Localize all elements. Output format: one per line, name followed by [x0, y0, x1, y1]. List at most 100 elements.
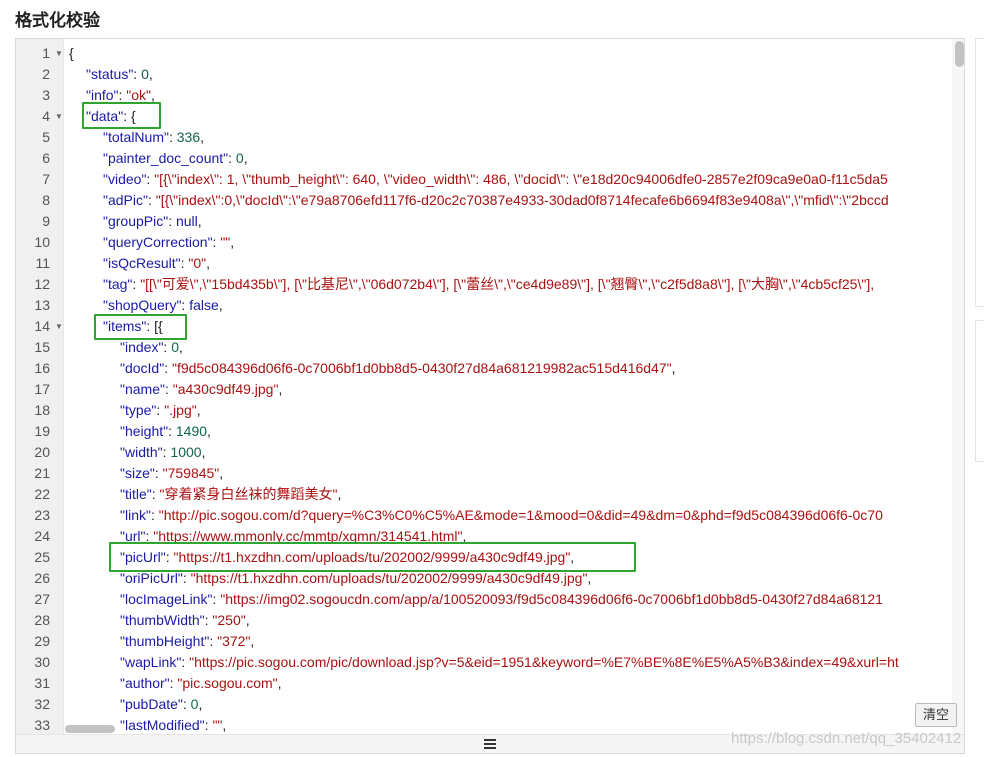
highlight-box-items	[94, 314, 187, 340]
json-punctuation: ,	[587, 570, 592, 586]
json-punctuation: ,	[245, 612, 250, 628]
line-number: 19	[34, 423, 50, 439]
json-value: "372"	[217, 633, 251, 649]
line-number: 24	[34, 528, 50, 544]
json-value: false	[189, 297, 219, 313]
json-value: "穿着紧身白丝袜的舞蹈美女"	[159, 486, 338, 502]
code-line: "height": 1490,	[120, 421, 211, 442]
code-area[interactable]: {"status": 0, "info": "ok", "data": {"tota…	[64, 39, 954, 734]
code-line: "docId": "f9d5c084396d06f6-0c7006bf1d0bb…	[120, 358, 676, 379]
json-value: "759845"	[162, 465, 220, 481]
code-line: "adPic": "[{\"index\":0,\"docId\":\"e79a…	[103, 190, 889, 211]
horizontal-scrollbar-thumb[interactable]	[65, 725, 115, 733]
json-punctuation: ,	[230, 234, 235, 250]
code-line: "painter_doc_count": 0,	[103, 148, 248, 169]
json-key: "oriPicUrl"	[120, 570, 183, 586]
json-key: "type"	[120, 402, 157, 418]
json-value: 1000	[170, 444, 202, 460]
json-punctuation: :	[151, 486, 160, 502]
line-number: 10	[34, 234, 50, 250]
json-punctuation: ,	[337, 486, 342, 502]
line-number: 28	[34, 612, 50, 628]
json-punctuation: ,	[197, 213, 202, 229]
json-value: 0	[235, 150, 244, 166]
code-line: "locImageLink": "https://img02.sogoucdn.…	[120, 589, 883, 610]
highlight-box-data	[82, 102, 161, 129]
json-punctuation: ,	[671, 360, 676, 376]
json-punctuation: :	[181, 654, 190, 670]
json-key: "queryCorrection"	[103, 234, 213, 250]
line-number: 33	[34, 717, 50, 733]
vertical-scrollbar[interactable]	[952, 39, 964, 734]
json-key: "video"	[103, 171, 147, 187]
json-key: "info"	[86, 87, 119, 103]
code-line: "wapLink": "https://pic.sogou.com/pic/do…	[120, 652, 899, 673]
json-punctuation: :	[182, 696, 191, 712]
json-punctuation: ,	[222, 717, 227, 733]
code-line: "groupPic": null,	[103, 211, 202, 232]
line-number: 14	[34, 318, 50, 334]
clear-button[interactable]: 清空	[915, 703, 957, 727]
code-line: "title": "穿着紧身白丝袜的舞蹈美女",	[120, 484, 341, 505]
menu-icon[interactable]	[484, 739, 496, 749]
page-title: 格式化校验	[15, 11, 100, 30]
json-key: "name"	[120, 381, 165, 397]
line-number: 21	[34, 465, 50, 481]
json-punctuation: :	[133, 66, 142, 82]
code-line: {	[69, 43, 74, 64]
json-value: ""	[220, 234, 231, 250]
fold-toggle-icon[interactable]: ▼	[55, 43, 63, 64]
line-number: 32	[34, 696, 50, 712]
json-punctuation: ,	[250, 633, 255, 649]
json-value: null	[175, 213, 198, 229]
code-line: "queryCorrection": "",	[103, 232, 234, 253]
code-line: "pubDate": 0,	[120, 694, 202, 715]
fold-toggle-icon[interactable]: ▼	[55, 316, 63, 337]
json-key: "painter_doc_count"	[103, 150, 229, 166]
code-line: "type": ".jpg",	[120, 400, 201, 421]
side-panel-top	[975, 38, 984, 307]
line-number: 26	[34, 570, 50, 586]
code-line: "isQcResult": "0",	[103, 253, 210, 274]
json-punctuation: ,	[198, 696, 203, 712]
code-line: "lastModified": "",	[120, 715, 226, 734]
json-value: 1490	[175, 423, 208, 439]
vertical-scrollbar-thumb[interactable]	[955, 41, 964, 67]
watermark: https://blog.csdn.net/qq_35402412	[731, 730, 962, 747]
line-number: 8	[42, 192, 50, 208]
code-line: "totalNum": 336,	[103, 127, 204, 148]
fold-toggle-icon[interactable]: ▼	[55, 106, 63, 127]
code-line: "shopQuery": false,	[103, 295, 223, 316]
json-key: "status"	[86, 66, 134, 82]
json-punctuation: ,	[219, 465, 224, 481]
line-number: 12	[34, 276, 50, 292]
code-line: "status": 0,	[86, 64, 153, 85]
json-punctuation: :	[182, 570, 191, 586]
line-number: 16	[34, 360, 50, 376]
json-value: "ok"	[126, 87, 152, 103]
json-punctuation: ,	[207, 423, 211, 439]
json-punctuation: ,	[218, 297, 223, 313]
json-key: "docId"	[120, 360, 165, 376]
code-line: "width": 1000,	[120, 442, 205, 463]
json-punctuation: ,	[179, 339, 183, 355]
line-number: 31	[34, 675, 50, 691]
code-line: "size": "759845",	[120, 463, 223, 484]
json-key: "lastModified"	[120, 717, 205, 733]
json-value: 0	[171, 339, 179, 355]
json-punctuation: :	[209, 633, 218, 649]
json-punctuation: ,	[151, 87, 155, 103]
json-key: "height"	[120, 423, 169, 439]
json-key: "size"	[120, 465, 155, 481]
line-number: 20	[34, 444, 50, 460]
json-value: "https://pic.sogou.com/pic/download.jsp?…	[189, 654, 899, 670]
json-key: "groupPic"	[103, 213, 169, 229]
json-value: "http://pic.sogou.com/d?query=%C3%C0%C5%…	[158, 507, 883, 523]
json-key: "isQcResult"	[103, 255, 181, 271]
code-line: "thumbHeight": "372",	[120, 631, 254, 652]
json-editor[interactable]: 1 ▼ 2 3 4 ▼ 5 6 7 8 9 10 11 12 13 14 ▼ 15 16 17 18 19 20 21 22 23…	[15, 38, 965, 754]
json-key: "link"	[120, 507, 151, 523]
json-key: "title"	[120, 486, 152, 502]
json-key: "wapLink"	[120, 654, 182, 670]
json-punctuation: :	[150, 507, 159, 523]
